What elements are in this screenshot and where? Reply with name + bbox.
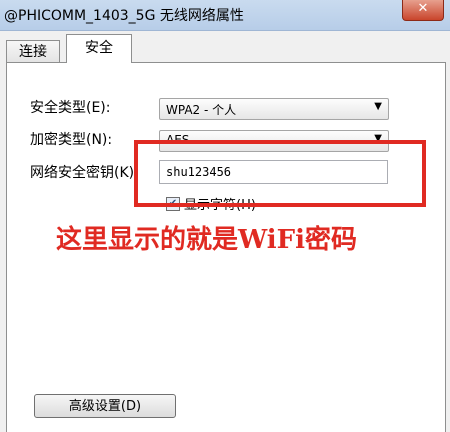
annotation-text: 这里显示的就是WiFi密码	[56, 225, 357, 255]
advanced-settings-button[interactable]: 高级设置(D)	[34, 394, 176, 418]
tab-security[interactable]: 安全	[66, 34, 132, 63]
chevron-down-icon: ▼	[374, 101, 382, 112]
window-titlebar: @PHICOMM_1403_5G 无线网络属性 ✕	[0, 0, 450, 31]
highlight-box	[134, 140, 426, 207]
close-icon: ✕	[417, 1, 429, 16]
security-type-select[interactable]: WPA2 - 个人 ▼	[159, 98, 389, 120]
security-type-label: 安全类型(E):	[30, 100, 111, 116]
tab-connection[interactable]: 连接	[6, 40, 60, 63]
close-button[interactable]: ✕	[402, 0, 444, 21]
window-title: @PHICOMM_1403_5G 无线网络属性	[4, 8, 244, 24]
encryption-type-label: 加密类型(N):	[30, 132, 113, 148]
security-type-value: WPA2 - 个人	[166, 103, 237, 117]
network-key-label: 网络安全密钥(K)	[30, 165, 135, 181]
